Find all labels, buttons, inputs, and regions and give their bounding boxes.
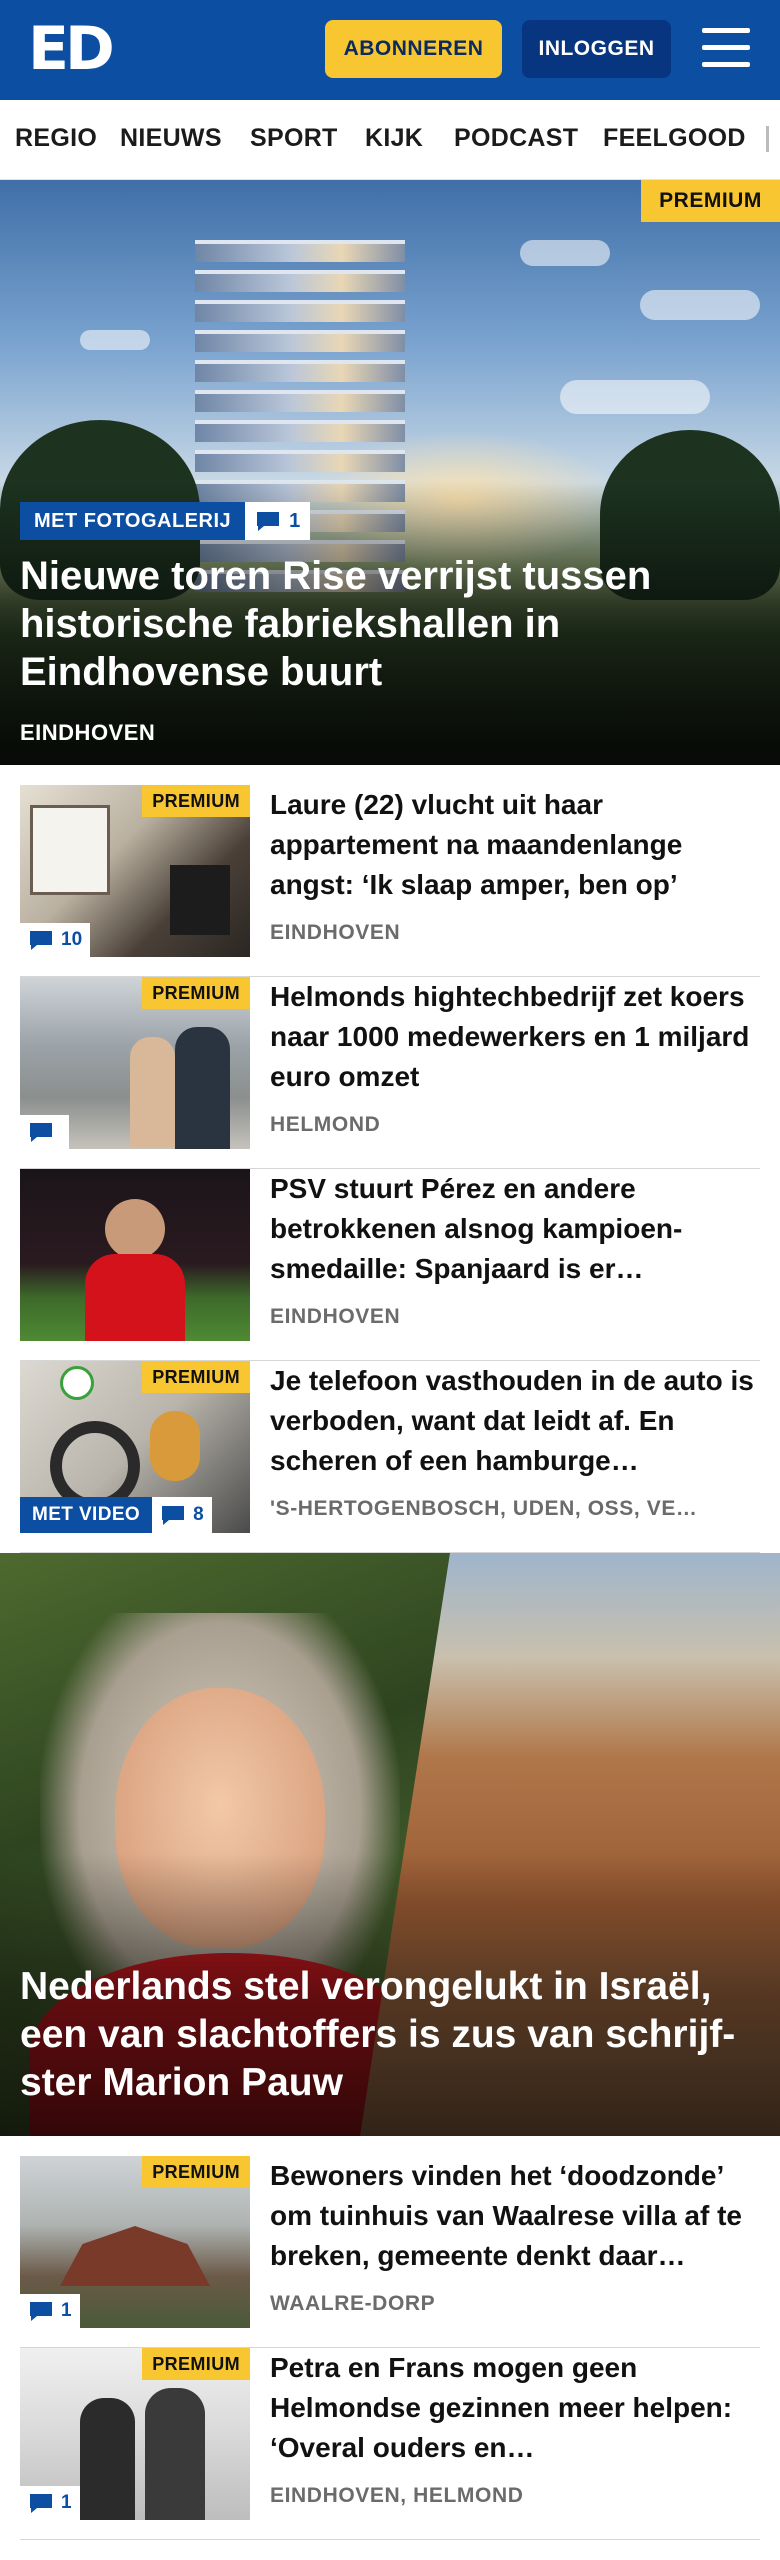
comment-count-badge[interactable]: 8 bbox=[152, 1497, 212, 1533]
featured-title[interactable]: Nederlands stel verongelukt in Israël, e… bbox=[20, 1963, 765, 2107]
comment-count: 1 bbox=[289, 509, 301, 532]
comment-count: 1 bbox=[61, 2300, 72, 2321]
nav-overflow-indicator bbox=[766, 126, 769, 152]
hero-tags: MET FOTOGALERIJ 1 bbox=[20, 502, 311, 540]
article-title[interactable]: Helmonds hightechbedrijf zet koers naar … bbox=[270, 977, 760, 1097]
premium-badge: PREMIUM bbox=[142, 2348, 250, 2380]
nav-item-sport[interactable]: SPORT bbox=[250, 124, 338, 153]
premium-badge: PREMIUM bbox=[142, 1361, 250, 1393]
article-title[interactable]: Je telefoon vasthouden in de auto is ver… bbox=[270, 1361, 760, 1481]
comment-icon bbox=[30, 931, 52, 950]
nav-item-kijk[interactable]: KIJK bbox=[365, 124, 423, 153]
hero-title[interactable]: Nieuwe toren Rise verrijst tussen histor… bbox=[20, 552, 740, 696]
hero-image-cloud bbox=[560, 380, 710, 414]
article-thumbnail[interactable]: PREMIUM MET VIDEO 8 bbox=[20, 1361, 250, 1533]
article-title[interactable]: Bewoners vinden het ‘doodzonde’ om tuinh… bbox=[270, 2156, 760, 2276]
comment-count-badge[interactable]: 10 bbox=[20, 923, 91, 957]
video-tag: MET VIDEO bbox=[20, 1497, 153, 1533]
thumbnail-window bbox=[30, 805, 110, 895]
article-location: HELMOND bbox=[270, 1113, 381, 1136]
comment-count-badge[interactable]: 1 bbox=[20, 2486, 80, 2520]
article-location: WAALRE-DORP bbox=[270, 2292, 436, 2315]
hero-location: EINDHOVEN bbox=[20, 720, 156, 745]
article-title[interactable]: PSV stuurt Pérez en andere betrokkenen a… bbox=[270, 1169, 760, 1289]
article-card[interactable]: PREMIUM MET VIDEO 8 Je telefoon vasthoud… bbox=[20, 1361, 760, 1553]
thumbnail-person bbox=[145, 2388, 205, 2520]
article-thumbnail[interactable] bbox=[20, 1169, 250, 1341]
thumbnail-person bbox=[130, 1037, 175, 1147]
premium-badge: PREMIUM bbox=[142, 977, 250, 1009]
section-nav: REGIO NIEUWS SPORT KIJK PODCAST FEELGOOD bbox=[0, 100, 780, 180]
comment-count-badge[interactable]: 1 bbox=[20, 2294, 80, 2328]
hero-article[interactable]: PREMIUM MET FOTOGALERIJ 1 Nieuwe toren R… bbox=[0, 180, 780, 765]
article-location: 'S-HERTOGENBOSCH, UDEN, OSS, VE… bbox=[270, 1497, 698, 1520]
article-title[interactable]: Laure (22) vlucht uit haar appartement n… bbox=[270, 785, 760, 905]
article-title[interactable]: Petra en Frans mogen geen Helmondse gezi… bbox=[270, 2348, 760, 2468]
site-logo[interactable]: ED bbox=[28, 18, 115, 80]
article-card[interactable]: PREMIUM 1 Petra en Frans mogen geen Helm… bbox=[20, 2348, 760, 2540]
premium-badge: PREMIUM bbox=[142, 785, 250, 817]
thumbnail-person bbox=[175, 1027, 230, 1149]
article-location: EINDHOVEN bbox=[270, 921, 401, 944]
comment-count: 8 bbox=[193, 1504, 204, 1525]
comment-count: 1 bbox=[61, 2492, 72, 2513]
article-card[interactable]: PREMIUM Helmonds hightechbedrijf zet koe… bbox=[20, 977, 760, 1169]
nav-item-feelgood[interactable]: FEELGOOD bbox=[603, 124, 746, 153]
photo-gallery-tag: MET FOTOGALERIJ bbox=[20, 502, 246, 540]
nav-item-nieuws[interactable]: NIEUWS bbox=[120, 124, 222, 153]
comment-icon bbox=[162, 1506, 185, 1525]
comment-icon bbox=[257, 512, 280, 531]
article-thumbnail[interactable]: PREMIUM bbox=[20, 977, 250, 1149]
featured-article[interactable]: Nederlands stel verongelukt in Israël, e… bbox=[0, 1553, 780, 2136]
thumbnail-badges: MET VIDEO 8 bbox=[20, 1497, 212, 1533]
comment-icon bbox=[30, 2302, 52, 2321]
comment-count-badge[interactable] bbox=[20, 1115, 69, 1149]
subscribe-button[interactable]: ABONNEREN bbox=[325, 20, 502, 78]
article-thumbnail[interactable]: PREMIUM 1 bbox=[20, 2348, 250, 2520]
thumbnail-chair bbox=[170, 865, 230, 935]
article-thumbnail[interactable]: PREMIUM 10 bbox=[20, 785, 250, 957]
comment-count: 10 bbox=[61, 929, 83, 950]
hero-image-cloud bbox=[640, 290, 760, 320]
check-icon bbox=[60, 1366, 94, 1400]
login-button[interactable]: INLOGGEN bbox=[522, 20, 671, 78]
hero-image-cloud bbox=[520, 240, 610, 266]
site-header: ED ABONNEREN INLOGGEN bbox=[0, 0, 780, 100]
article-card[interactable]: PREMIUM 1 Bewoners vinden het ‘doodzonde… bbox=[20, 2156, 760, 2348]
premium-badge: PREMIUM bbox=[142, 2156, 250, 2188]
article-thumbnail[interactable]: PREMIUM 1 bbox=[20, 2156, 250, 2328]
thumbnail-person bbox=[80, 2398, 135, 2520]
article-card[interactable]: PSV stuurt Pérez en andere betrokkenen a… bbox=[20, 1169, 760, 1361]
comment-icon bbox=[30, 1123, 52, 1142]
article-location: EINDHOVEN bbox=[270, 1305, 401, 1328]
article-location: EINDHOVEN, HELMOND bbox=[270, 2484, 524, 2507]
premium-badge: PREMIUM bbox=[641, 180, 780, 222]
thumbnail-hamburger bbox=[150, 1411, 200, 1481]
nav-item-regio[interactable]: REGIO bbox=[15, 124, 97, 153]
thumbnail-player-head bbox=[105, 1199, 165, 1259]
thumbnail-player-shirt bbox=[85, 1254, 185, 1341]
article-card[interactable]: PREMIUM 10 Laure (22) vlucht uit haar ap… bbox=[20, 785, 760, 977]
comment-count-badge[interactable]: 1 bbox=[245, 502, 311, 540]
comment-icon bbox=[30, 2494, 52, 2513]
hamburger-menu-icon[interactable] bbox=[702, 28, 750, 70]
nav-item-podcast[interactable]: PODCAST bbox=[454, 124, 578, 153]
hero-image-cloud bbox=[80, 330, 150, 350]
